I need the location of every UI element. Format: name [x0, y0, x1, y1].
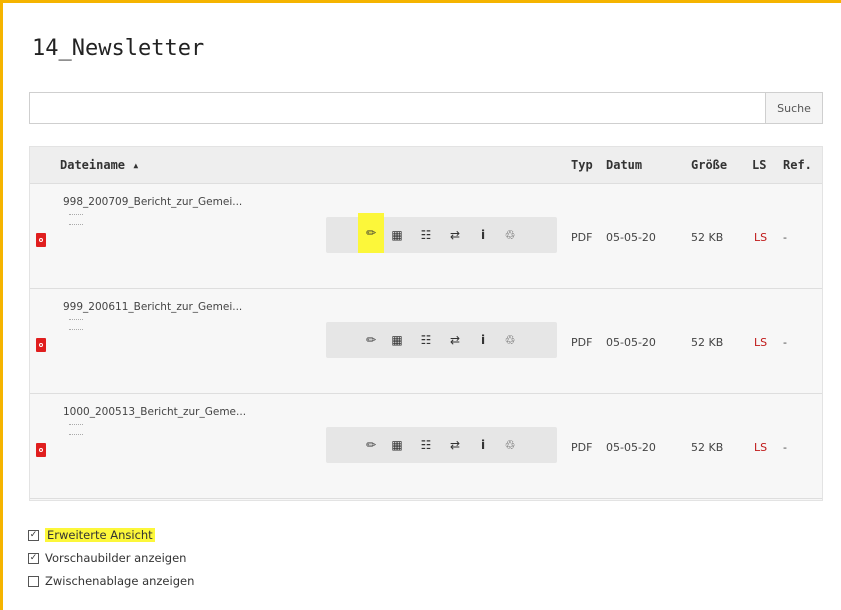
file-type: PDF: [571, 336, 593, 349]
column-header-size[interactable]: Größe: [691, 158, 727, 172]
metadata-icon[interactable]: ▦: [384, 322, 410, 358]
show-clipboard-label[interactable]: Zwischenablage anzeigen: [45, 574, 194, 588]
search-button[interactable]: Suche: [765, 93, 822, 123]
file-name-link[interactable]: 998_200709_Bericht_zur_Gemei...: [63, 196, 242, 208]
edit-pencil-icon[interactable]: ✏: [358, 427, 384, 463]
replace-icon[interactable]: ☷: [413, 217, 439, 253]
ls-link[interactable]: LS: [754, 231, 767, 244]
column-header-ref[interactable]: Ref.: [783, 158, 812, 172]
table-row: 1000_200513_Bericht_zur_Geme... ✏ ▦ ☷ ⇄ …: [30, 394, 822, 499]
file-name-link[interactable]: 999_200611_Bericht_zur_Gemei...: [63, 301, 242, 313]
show-thumbnails-label[interactable]: Vorschaubilder anzeigen: [45, 551, 186, 565]
rename-icon[interactable]: ⇄: [442, 427, 468, 463]
file-name-link[interactable]: 1000_200513_Bericht_zur_Geme...: [63, 406, 246, 418]
file-type: PDF: [571, 441, 593, 454]
replace-icon[interactable]: ☷: [413, 427, 439, 463]
thumbnail-preview: [69, 214, 83, 225]
column-header-date[interactable]: Datum: [606, 158, 642, 172]
delete-trash-icon[interactable]: ♲: [497, 427, 523, 463]
file-action-group: ✏ ▦ ☷ ⇄ i ♲: [326, 322, 557, 358]
rename-icon[interactable]: ⇄: [442, 322, 468, 358]
thumbnail-preview: [69, 424, 83, 435]
show-clipboard-checkbox[interactable]: [28, 575, 39, 587]
table-header: Dateiname ▴ Typ Datum Größe LS Ref.: [30, 147, 822, 184]
file-size: 52 KB: [691, 441, 724, 454]
extended-view-checkbox[interactable]: ✓: [28, 529, 39, 541]
file-action-group: ✏ ▦ ☷ ⇄ i ♲: [326, 213, 557, 253]
ls-link[interactable]: LS: [754, 441, 767, 454]
table-row: 998_200709_Bericht_zur_Gemei... ✏ ▦ ☷ ⇄ …: [30, 184, 822, 289]
column-header-filename[interactable]: Dateiname ▴: [60, 158, 139, 172]
info-icon[interactable]: i: [470, 427, 496, 463]
frame-top-border: [0, 0, 841, 3]
file-action-group: ✏ ▦ ☷ ⇄ i ♲: [326, 427, 557, 463]
file-date: 05-05-20: [606, 441, 656, 454]
file-date: 05-05-20: [606, 231, 656, 244]
table-row: 999_200611_Bericht_zur_Gemei... ✏ ▦ ☷ ⇄ …: [30, 289, 822, 394]
pdf-file-icon[interactable]: [36, 443, 46, 457]
pdf-file-icon[interactable]: [36, 233, 46, 247]
info-icon[interactable]: i: [470, 217, 496, 253]
search-input[interactable]: [30, 93, 765, 123]
pdf-file-icon[interactable]: [36, 338, 46, 352]
metadata-icon[interactable]: ▦: [384, 217, 410, 253]
option-show-thumbnails[interactable]: ✓ Vorschaubilder anzeigen: [28, 549, 186, 567]
file-date: 05-05-20: [606, 336, 656, 349]
option-show-clipboard[interactable]: Zwischenablage anzeigen: [28, 572, 194, 590]
option-extended-view[interactable]: ✓ Erweiterte Ansicht: [28, 526, 155, 544]
show-thumbnails-checkbox[interactable]: ✓: [28, 552, 39, 564]
metadata-icon[interactable]: ▦: [384, 427, 410, 463]
ls-link[interactable]: LS: [754, 336, 767, 349]
file-list-table: Dateiname ▴ Typ Datum Größe LS Ref. 998_…: [29, 146, 823, 501]
file-type: PDF: [571, 231, 593, 244]
edit-pencil-icon[interactable]: ✏: [358, 213, 384, 253]
rename-icon[interactable]: ⇄: [442, 217, 468, 253]
search-bar: Suche: [29, 92, 823, 124]
file-size: 52 KB: [691, 231, 724, 244]
column-header-ls: LS: [752, 158, 767, 172]
file-references: -: [783, 441, 787, 454]
page-title: 14_Newsletter: [32, 36, 205, 61]
file-size: 52 KB: [691, 336, 724, 349]
replace-icon[interactable]: ☷: [413, 322, 439, 358]
edit-pencil-icon[interactable]: ✏: [358, 322, 384, 358]
delete-trash-icon[interactable]: ♲: [497, 322, 523, 358]
column-header-type[interactable]: Typ: [571, 158, 593, 172]
frame-left-border: [0, 0, 3, 610]
delete-trash-icon[interactable]: ♲: [497, 217, 523, 253]
file-references: -: [783, 336, 787, 349]
info-icon[interactable]: i: [470, 322, 496, 358]
file-references: -: [783, 231, 787, 244]
thumbnail-preview: [69, 319, 83, 330]
extended-view-label[interactable]: Erweiterte Ansicht: [45, 528, 155, 542]
